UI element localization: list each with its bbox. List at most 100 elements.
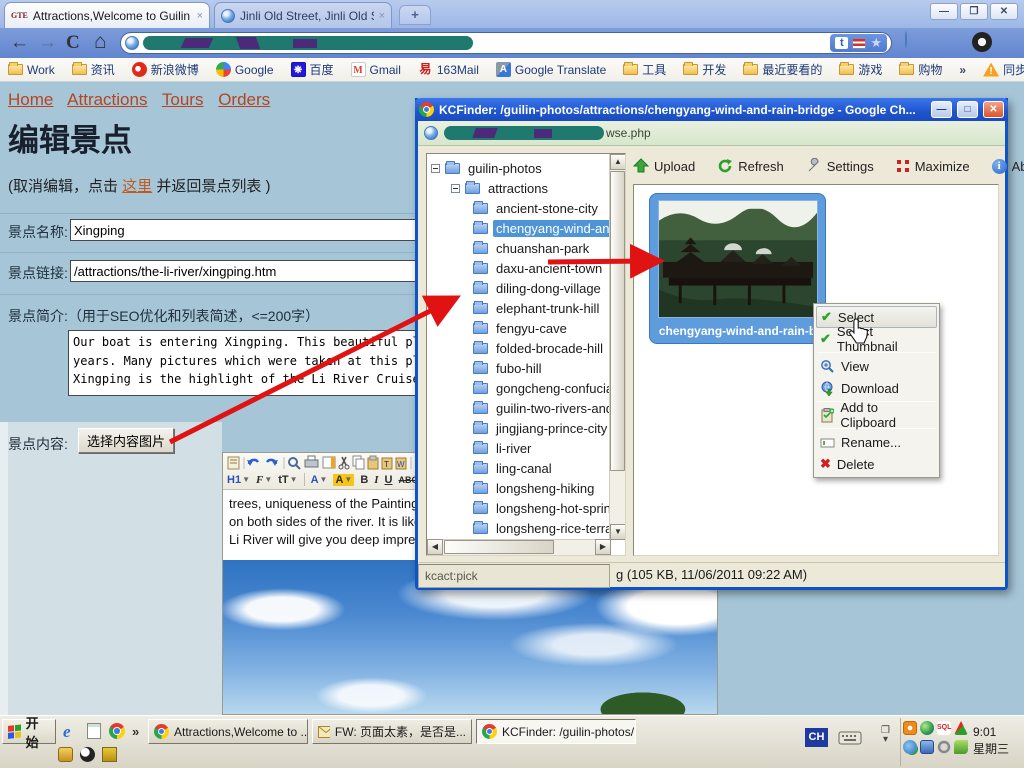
nav-attractions-link[interactable]: Attractions: [67, 90, 147, 109]
back-button[interactable]: ←: [10, 29, 29, 57]
scroll-down-icon[interactable]: ▼: [610, 524, 626, 540]
scroll-thumb[interactable]: [444, 540, 554, 554]
quicklaunch-editor-icon[interactable]: [87, 723, 101, 739]
tray-antivirus-icon[interactable]: [954, 740, 968, 754]
popup-maximize-button[interactable]: □: [957, 101, 978, 118]
toolbar-restore-icon[interactable]: ❐▾: [881, 726, 890, 744]
address-bar[interactable]: t ★: [120, 32, 892, 54]
tray-sql-icon[interactable]: SQL: [937, 721, 951, 735]
font-size-button[interactable]: tT▼: [278, 474, 297, 486]
keyboard-icon[interactable]: [838, 729, 862, 746]
bookmark-work[interactable]: Work: [8, 63, 55, 77]
bookmark-dev[interactable]: 开发: [683, 61, 726, 78]
task-button-kcfinder[interactable]: KCFinder: /guilin-photos/...: [476, 719, 636, 744]
tree-root-guilin-photos[interactable]: guilin-photos: [431, 158, 623, 178]
settings-button[interactable]: Settings: [806, 158, 874, 174]
nav-home-link[interactable]: Home: [8, 90, 53, 109]
bookmark-shopping[interactable]: 购物: [899, 61, 942, 78]
task-button-mail[interactable]: FW: 页面太素，是否是...: [312, 719, 472, 744]
tree-folder[interactable]: gongcheng-confucia: [431, 378, 623, 398]
tree-folder[interactable]: ling-canal: [431, 458, 623, 478]
tab-jinli[interactable]: Jinli Old Street, Jinli Old Street ×: [214, 2, 392, 28]
italic-button[interactable]: I: [374, 474, 378, 486]
heading-button[interactable]: H1▼: [227, 474, 250, 486]
tree-folder[interactable]: elephant-trunk-hill: [431, 298, 623, 318]
choose-image-button[interactable]: 选择内容图片: [78, 428, 174, 453]
editor-toolbar-icons-row1[interactable]: T W: [227, 455, 423, 471]
popup-address-bar[interactable]: wse.php: [418, 121, 1005, 146]
quicklaunch-db-icon[interactable]: [58, 747, 73, 762]
scroll-left-icon[interactable]: ◀: [427, 539, 443, 555]
scroll-right-icon[interactable]: ▶: [595, 539, 611, 555]
collapse-icon[interactable]: [431, 164, 440, 173]
refresh-button[interactable]: Refresh: [717, 158, 784, 174]
tab-close-icon[interactable]: ×: [197, 10, 203, 22]
window-close-button[interactable]: ✕: [990, 3, 1018, 20]
collapse-icon[interactable]: [451, 184, 460, 193]
tree-folder[interactable]: longsheng-rice-terra: [431, 518, 623, 538]
tab-close-icon[interactable]: ×: [379, 10, 385, 22]
tab-attractions[interactable]: GTE Attractions,Welcome to Guilin ×: [4, 2, 210, 28]
tree-folder[interactable]: daxu-ancient-town: [431, 258, 623, 278]
extension-gear-icon[interactable]: [972, 32, 992, 52]
start-button[interactable]: 开始: [2, 719, 56, 744]
tree-node-attractions[interactable]: attractions: [431, 178, 623, 198]
bookmark-google[interactable]: Google: [216, 62, 274, 77]
window-minimize-button[interactable]: —: [930, 3, 958, 20]
menu-delete[interactable]: ✖Delete: [816, 453, 937, 475]
bookmark-weibo[interactable]: 新浪微博: [132, 61, 199, 78]
tree-folder[interactable]: guilin-two-rivers-and: [431, 398, 623, 418]
tree-horizontal-scrollbar[interactable]: ◀ ▶: [427, 539, 611, 555]
bookmark-baidu[interactable]: ❋百度: [291, 61, 334, 78]
tray-network-globe-icon[interactable]: [903, 740, 917, 754]
tray-vpn-icon[interactable]: [954, 721, 968, 735]
quicklaunch-overflow-chevron[interactable]: »: [132, 724, 139, 739]
reload-button[interactable]: C: [66, 29, 80, 57]
tree-folder[interactable]: longsheng-hot-sprin: [431, 498, 623, 518]
bookmark-gmail[interactable]: MGmail: [351, 62, 401, 77]
cancel-here-link[interactable]: 这里: [122, 178, 152, 195]
home-button[interactable]: ⌂: [94, 28, 107, 56]
file-thumbnail-selected[interactable]: chengyang-wind-and-rain-b: [649, 193, 826, 344]
tree-folder[interactable]: longsheng-hiking: [431, 478, 623, 498]
tray-globe-icon[interactable]: [920, 721, 934, 735]
upload-button[interactable]: Upload: [633, 158, 695, 174]
bookmark-tools[interactable]: 工具: [623, 61, 666, 78]
tree-folder[interactable]: chuanshan-park: [431, 238, 623, 258]
tree-folder[interactable]: fengyu-cave: [431, 318, 623, 338]
nav-orders-link[interactable]: Orders: [218, 90, 270, 109]
nav-tours-link[interactable]: Tours: [162, 90, 204, 109]
quicklaunch-chrome-icon[interactable]: [109, 723, 125, 739]
sync-error-button[interactable]: !同步错误: [983, 61, 1024, 78]
tree-folder-selected[interactable]: chengyang-wind-an: [431, 218, 623, 238]
language-indicator[interactable]: CH: [805, 728, 828, 747]
popup-minimize-button[interactable]: —: [931, 101, 952, 118]
tree-folder[interactable]: jingjiang-prince-city: [431, 418, 623, 438]
menu-add-to-clipboard[interactable]: Add to Clipboard: [816, 404, 937, 426]
menu-view[interactable]: View: [816, 355, 937, 377]
tree-folder[interactable]: folded-brocade-hill: [431, 338, 623, 358]
new-tab-button[interactable]: +: [399, 5, 431, 25]
tree-folder[interactable]: li-river: [431, 438, 623, 458]
bold-button[interactable]: B: [360, 474, 368, 486]
extension-globe-icon[interactable]: [905, 32, 925, 52]
menu-select-thumbnail[interactable]: ✔Select Thumbnail: [816, 328, 937, 350]
translate-icon[interactable]: t: [835, 37, 848, 49]
task-button-attractions[interactable]: Attractions,Welcome to ...: [148, 719, 308, 744]
maximize-button[interactable]: Maximize: [896, 159, 970, 174]
highlight-button[interactable]: A▼: [333, 474, 354, 486]
bookmarks-overflow-chevron[interactable]: »: [959, 63, 966, 77]
font-color-button[interactable]: A▼: [311, 474, 328, 486]
bookmark-163mail[interactable]: 易163Mail: [418, 62, 479, 77]
tree-folder[interactable]: ancient-stone-city: [431, 198, 623, 218]
kcfinder-titlebar[interactable]: KCFinder: /guilin-photos/attractions/che…: [415, 98, 1008, 121]
tree-folder[interactable]: diling-dong-village: [431, 278, 623, 298]
forward-button[interactable]: →: [38, 29, 57, 57]
bookmark-games[interactable]: 游戏: [839, 61, 882, 78]
tray-clock[interactable]: 9:01 星期三: [973, 718, 1009, 766]
flag-icon[interactable]: [852, 38, 866, 49]
bookmark-recent[interactable]: 最近要看的: [743, 61, 822, 78]
bookmark-star-icon[interactable]: ★: [870, 35, 882, 51]
font-button[interactable]: F▼: [256, 474, 272, 486]
tray-volume-icon[interactable]: [937, 740, 951, 754]
